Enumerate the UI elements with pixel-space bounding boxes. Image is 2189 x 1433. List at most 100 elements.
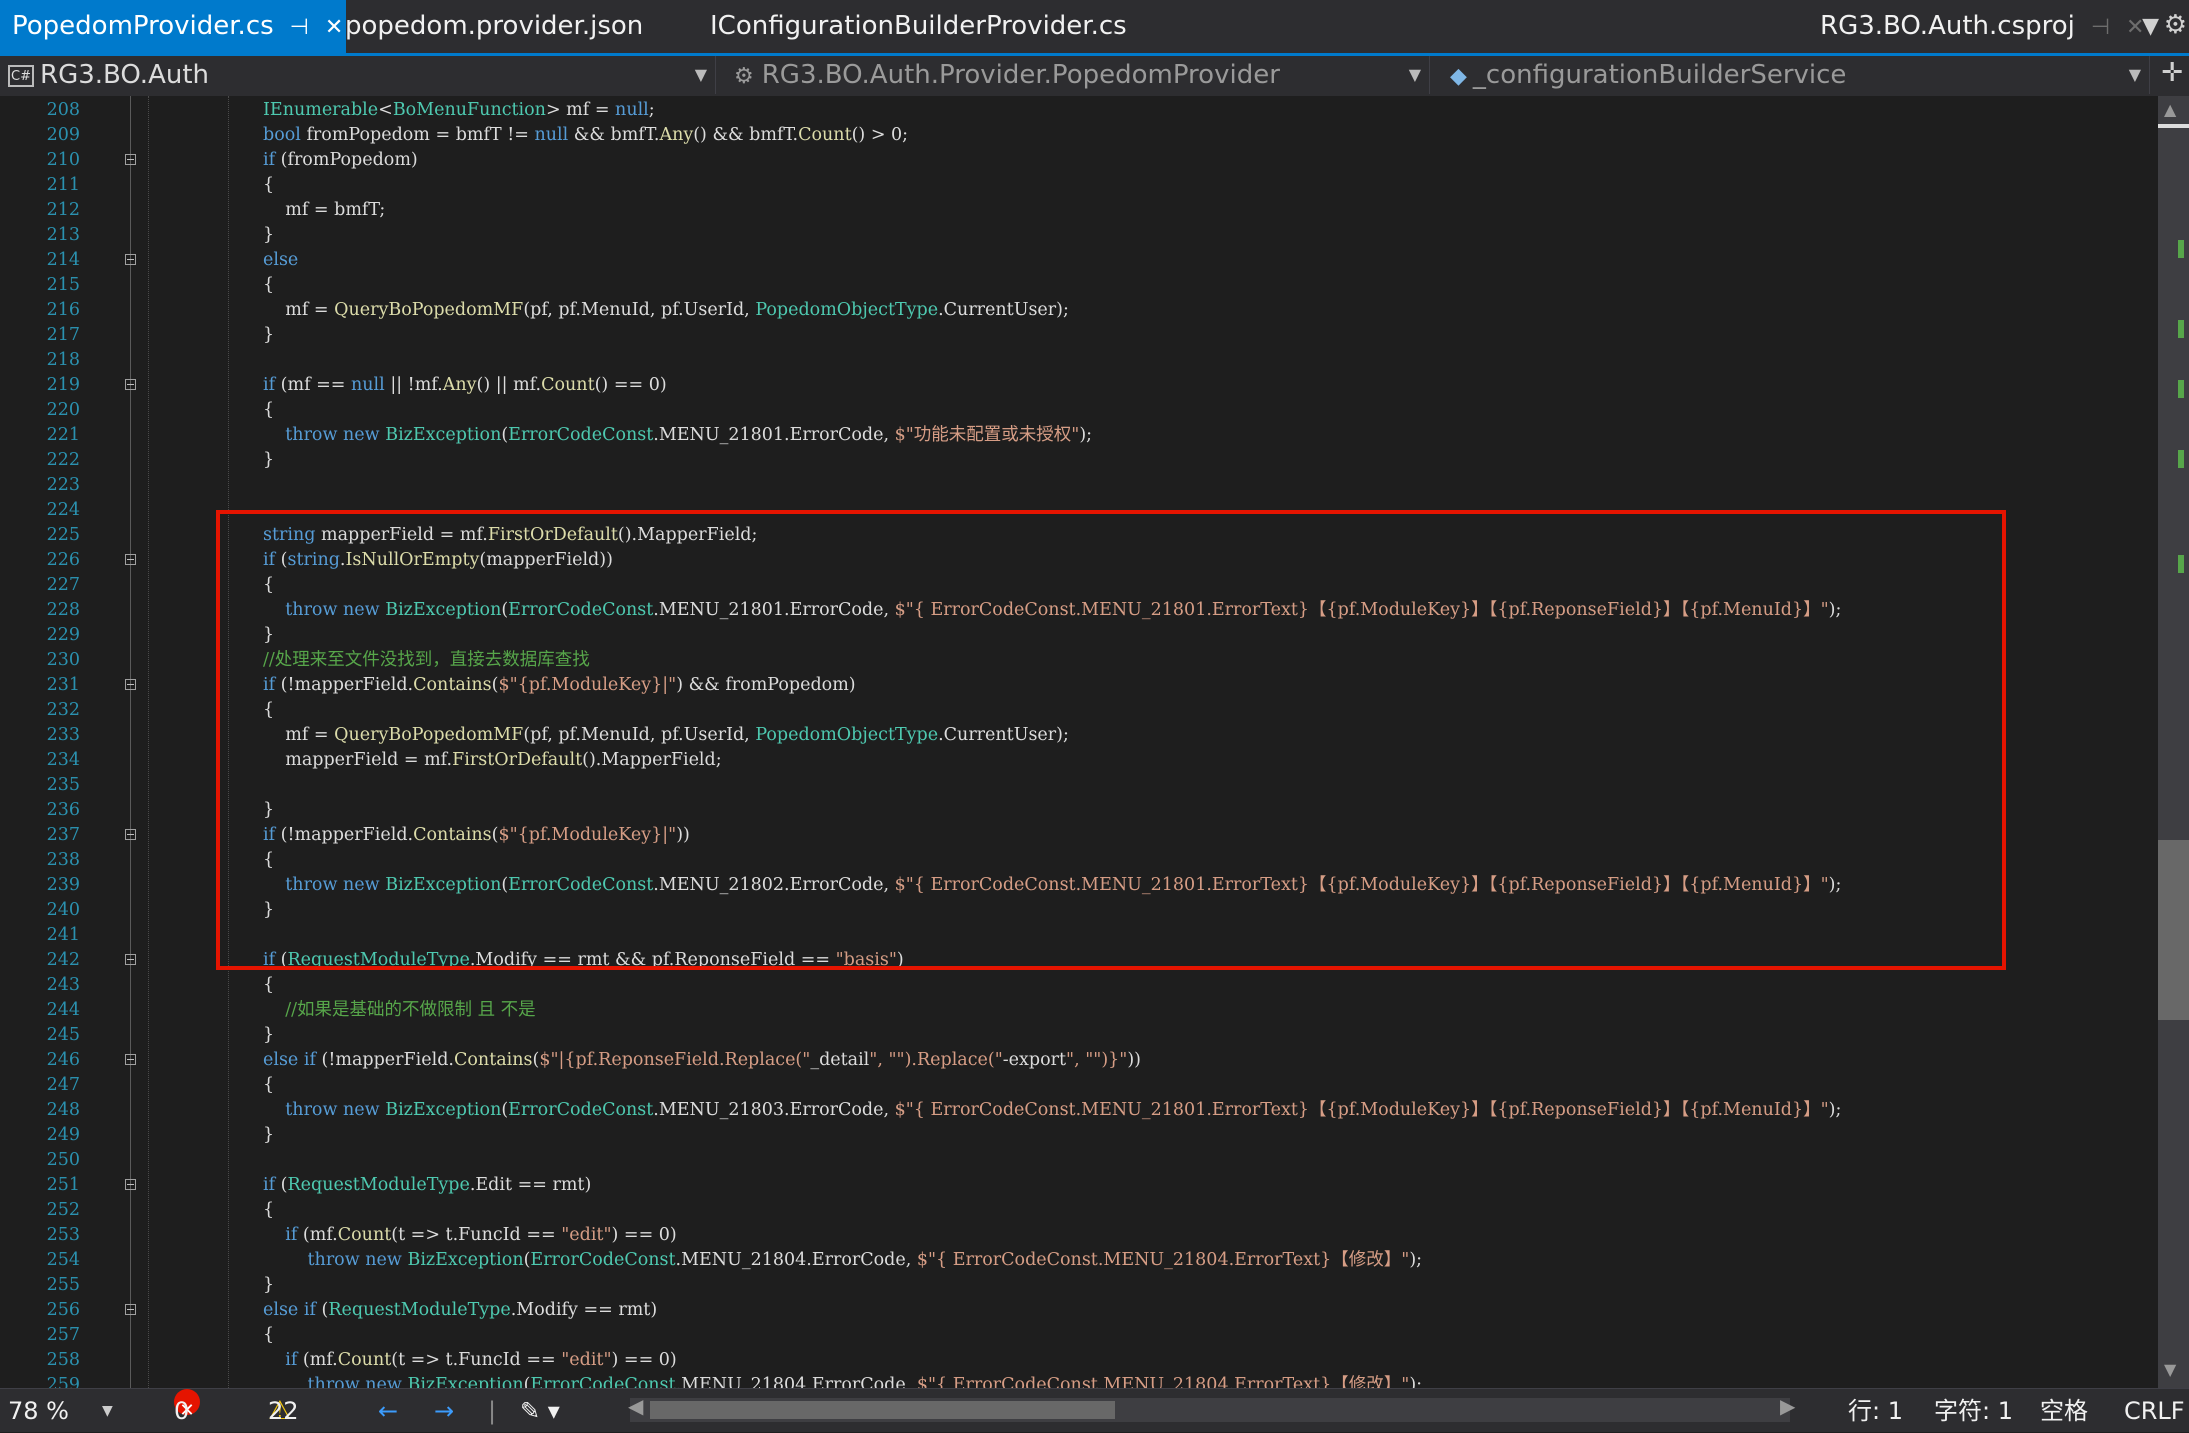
code-text: } <box>263 1025 275 1045</box>
code-line[interactable]: 248 throw new BizException(ErrorCodeCons… <box>0 1098 2158 1123</box>
line-number: 223 <box>46 475 80 495</box>
code-text: else if (RequestModuleType.Modify == rmt… <box>263 1300 658 1320</box>
chevron-down-icon: ▼ <box>1408 65 1421 84</box>
line-number: 210 <box>46 150 80 170</box>
code-line[interactable]: 223 <box>0 473 2158 498</box>
line-number: 252 <box>46 1200 80 1220</box>
code-line[interactable]: 215 { <box>0 273 2158 298</box>
pin-icon[interactable]: ⊣ <box>2091 1 2110 54</box>
code-line[interactable]: 214 else <box>0 248 2158 273</box>
code-line[interactable]: 247 { <box>0 1073 2158 1098</box>
tab-label: IConfigurationBuilderProvider.cs <box>710 11 1127 41</box>
vertical-scrollbar[interactable] <box>2158 96 2189 1388</box>
char-indicator[interactable]: 字符: 1 <box>1934 1389 2013 1433</box>
code-line[interactable]: 246 else if (!mapperField.Contains($"|{pf… <box>0 1048 2158 1073</box>
class-dropdown[interactable]: ⚙ RG3.BO.Auth.Provider.PopedomProvider ▼ <box>722 56 1430 94</box>
code-line[interactable]: 243 { <box>0 973 2158 998</box>
project-name: RG3.BO.Auth <box>40 60 210 90</box>
chevron-down-icon[interactable]: ▼ <box>102 1389 113 1433</box>
code-line[interactable]: 258 if (mf.Count(t => t.FuncId == "edit"… <box>0 1348 2158 1373</box>
code-line[interactable]: 220 { <box>0 398 2158 423</box>
collapse-icon[interactable] <box>125 829 136 840</box>
line-number: 255 <box>46 1275 80 1295</box>
code-cleanup-icon[interactable]: ✎ ▾ <box>520 1389 560 1433</box>
code-line[interactable]: 216 mf = QueryBoPopedomMF(pf, pf.MenuId,… <box>0 298 2158 323</box>
code-text: //如果是基础的不做限制 且 不是 <box>263 1000 536 1020</box>
scroll-right-icon[interactable]: ▶ <box>1780 1394 1795 1418</box>
scroll-left-icon[interactable]: ◀ <box>628 1394 643 1418</box>
code-line[interactable]: 212 mf = bmfT; <box>0 198 2158 223</box>
tab-iconfigurationbuilderprovider-cs[interactable]: IConfigurationBuilderProvider.cs <box>710 0 1127 53</box>
project-dropdown[interactable]: C# RG3.BO.Auth ▼ <box>0 56 716 94</box>
collapse-icon[interactable] <box>125 1179 136 1190</box>
collapse-icon[interactable] <box>125 679 136 690</box>
collapse-icon[interactable] <box>125 1304 136 1315</box>
split-window-icon[interactable]: ✛ <box>2161 58 2183 88</box>
change-marker <box>2178 320 2184 338</box>
collapse-icon[interactable] <box>125 379 136 390</box>
navigate-forward-icon[interactable]: → <box>434 1389 454 1433</box>
line-ending-indicator[interactable]: CRLF <box>2124 1389 2185 1433</box>
code-line[interactable]: 208 IEnumerable<BoMenuFunction> mf = null… <box>0 98 2158 123</box>
code-line[interactable]: 217} <box>0 323 2158 348</box>
tab-popedom-provider-json[interactable]: popedom.provider.json <box>345 0 643 53</box>
code-line[interactable]: 252 { <box>0 1198 2158 1223</box>
line-number: 225 <box>46 525 80 545</box>
line-number: 208 <box>46 100 80 120</box>
code-line[interactable]: 222} <box>0 448 2158 473</box>
collapse-icon[interactable] <box>125 954 136 965</box>
scroll-up-icon[interactable]: ▲ <box>2164 100 2176 119</box>
code-line[interactable]: 209 bool fromPopedom = bmfT != null && bm… <box>0 123 2158 148</box>
zoom-level[interactable]: 78 % <box>8 1389 69 1433</box>
code-line[interactable]: 253 if (mf.Count(t => t.FuncId == "edit"… <box>0 1223 2158 1248</box>
line-number: 219 <box>46 375 80 395</box>
code-line[interactable]: 218 <box>0 348 2158 373</box>
line-indicator[interactable]: 行: 1 <box>1848 1389 1903 1433</box>
code-line[interactable]: 255} <box>0 1273 2158 1298</box>
pin-icon[interactable]: ⊣ <box>290 1 309 54</box>
code-line[interactable]: 251 if (RequestModuleType.Edit == rmt) <box>0 1173 2158 1198</box>
code-line[interactable]: 249} <box>0 1123 2158 1148</box>
gear-icon[interactable]: ⚙ <box>2164 10 2187 40</box>
horizontal-scrollbar-thumb[interactable] <box>650 1401 1115 1419</box>
line-number: 228 <box>46 600 80 620</box>
code-text: throw new BizException(ErrorCodeConst.ME… <box>285 1100 1842 1120</box>
scroll-down-icon[interactable]: ▼ <box>2164 1360 2176 1379</box>
code-line[interactable]: 254 throw new BizException(ErrorCodeCons… <box>0 1248 2158 1273</box>
code-line[interactable]: 219 if (mf == null || !mf.Any() || mf.Cou… <box>0 373 2158 398</box>
scrollbar-thumb[interactable] <box>2158 840 2189 1020</box>
line-number: 229 <box>46 625 80 645</box>
code-line[interactable]: 257 { <box>0 1323 2158 1348</box>
collapse-icon[interactable] <box>125 254 136 265</box>
line-number: 243 <box>46 975 80 995</box>
code-line[interactable]: 256 else if (RequestModuleType.Modify == … <box>0 1298 2158 1323</box>
error-count: 0 <box>174 1397 190 1425</box>
code-line[interactable]: 250 <box>0 1148 2158 1173</box>
member-dropdown[interactable]: ◆ _configurationBuilderService ▼ <box>1436 56 2150 94</box>
code-line[interactable]: 244 //如果是基础的不做限制 且 不是 <box>0 998 2158 1023</box>
code-line[interactable]: 210 if (fromPopedom) <box>0 148 2158 173</box>
collapse-icon[interactable] <box>125 554 136 565</box>
code-line[interactable]: 259 throw new BizException(ErrorCodeCons… <box>0 1373 2158 1388</box>
tab-overflow-icon[interactable]: ▼ <box>2142 14 2159 39</box>
line-number: 239 <box>46 875 80 895</box>
tab-label: PopedomProvider.cs <box>12 11 274 41</box>
code-line[interactable]: 221 throw new BizException(ErrorCodeCons… <box>0 423 2158 448</box>
collapse-icon[interactable] <box>125 1054 136 1065</box>
close-icon[interactable]: ✕ <box>325 1 343 54</box>
line-number: 226 <box>46 550 80 570</box>
line-number: 250 <box>46 1150 80 1170</box>
code-text: if (RequestModuleType.Edit == rmt) <box>263 1175 592 1195</box>
code-line[interactable]: 211 { <box>0 173 2158 198</box>
code-line[interactable]: 213} <box>0 223 2158 248</box>
navigate-back-icon[interactable]: ← <box>378 1389 398 1433</box>
code-line[interactable]: 245} <box>0 1023 2158 1048</box>
line-number: 209 <box>46 125 80 145</box>
tab-rg3-bo-auth-csproj[interactable]: RG3.BO.Auth.csproj ⊣ ✕ <box>1820 0 2144 53</box>
line-number: 220 <box>46 400 80 420</box>
code-text: } <box>263 225 275 245</box>
collapse-icon[interactable] <box>125 154 136 165</box>
tab-popedomprovider-cs[interactable]: PopedomProvider.cs ⊣ ✕ <box>0 0 346 53</box>
code-text: else if (!mapperField.Contains($"|{pf.Re… <box>263 1050 1141 1070</box>
whitespace-indicator[interactable]: 空格 <box>2040 1389 2088 1433</box>
